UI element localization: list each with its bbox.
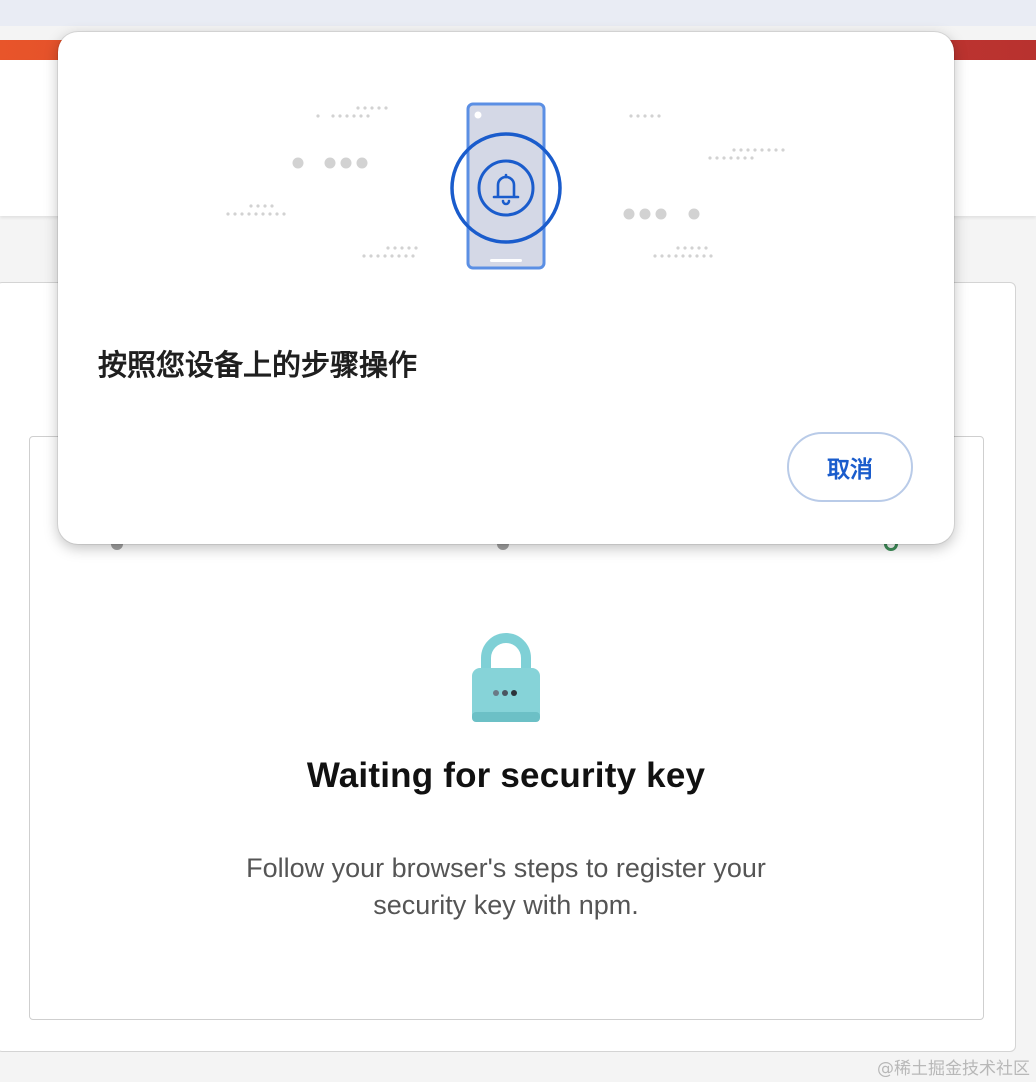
dotted-pattern-right <box>623 114 785 258</box>
lock-icon <box>472 633 540 722</box>
browser-chrome-bar <box>0 0 1036 26</box>
watermark: @稀土掘金技术社区 <box>877 1059 1030 1079</box>
cancel-button[interactable]: 取消 <box>787 432 913 502</box>
dialog-title: 按照您设备上的步骤操作 <box>98 348 418 382</box>
dotted-pattern-left <box>226 106 418 258</box>
phone-bell-illustration <box>226 102 785 270</box>
passkey-dialog: 按照您设备上的步骤操作 取消 <box>58 32 954 544</box>
waiting-description: Follow your browser's steps to register … <box>246 853 766 920</box>
waiting-title: Waiting for security key <box>306 756 706 795</box>
